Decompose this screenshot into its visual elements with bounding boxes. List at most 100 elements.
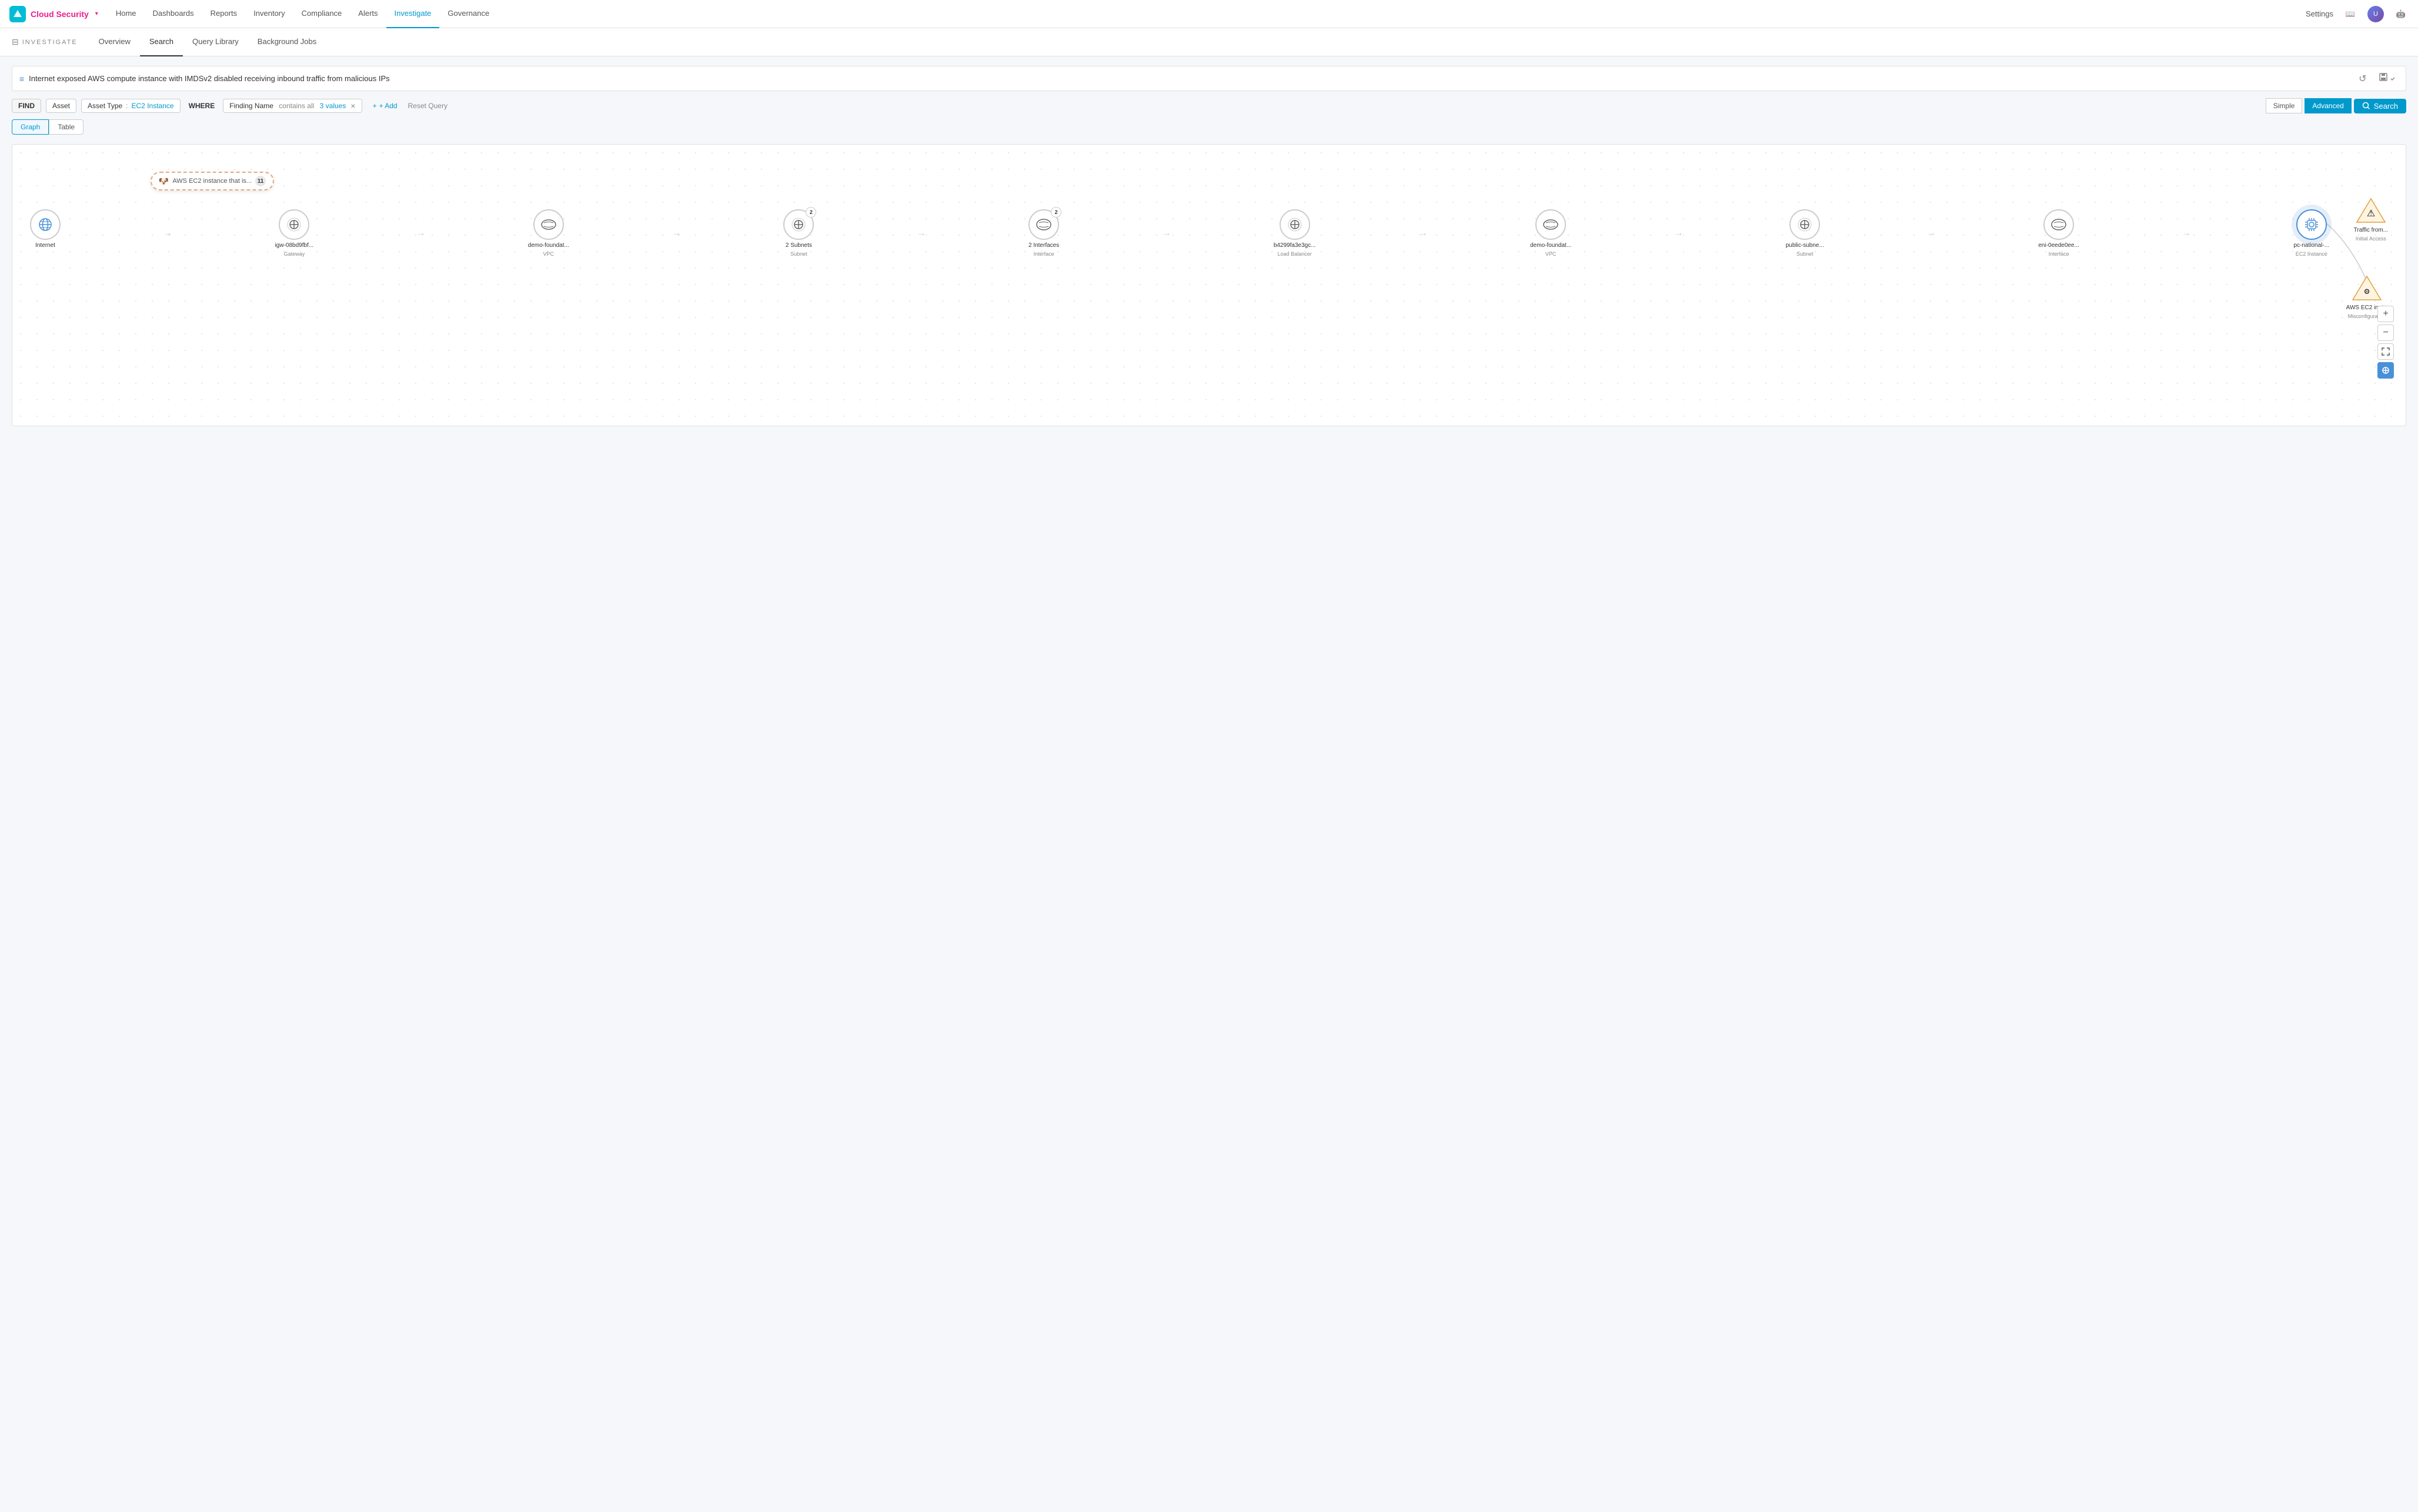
where-label: WHERE — [185, 99, 219, 112]
logo-icon — [9, 6, 26, 22]
undo-button[interactable]: ↺ — [2355, 71, 2370, 86]
nav-right: Settings 📖 U 🤖 — [2306, 6, 2409, 22]
arrow-7: → — [1571, 228, 1786, 239]
tab-search[interactable]: Search — [140, 28, 183, 56]
node-sublabel-interface2: Interface — [2049, 251, 2069, 257]
zoom-controls: + − — [2377, 306, 2394, 379]
simple-view-button[interactable]: Simple — [2266, 98, 2303, 113]
finding-name-chip[interactable]: Finding Name contains all 3 values × — [223, 99, 362, 113]
arrow-1: → — [61, 228, 275, 239]
nav-home[interactable]: Home — [108, 0, 145, 28]
nav-governance[interactable]: Governance — [439, 0, 497, 28]
avatar[interactable]: U — [2367, 6, 2384, 22]
node-sublabel-gateway: Gateway — [284, 251, 305, 257]
assistant-icon[interactable]: 🤖 — [2393, 6, 2409, 22]
node-label-vpc2: demo-foundat... — [1530, 242, 1571, 249]
zoom-out-button[interactable]: − — [2377, 325, 2394, 341]
node-internet[interactable]: Internet — [30, 209, 61, 257]
sub-nav: ⊟ INVESTIGATE Overview Search Query Libr… — [0, 28, 2418, 56]
node-subnet2[interactable]: public-subne... Subnet — [1786, 209, 1824, 257]
nav-reports[interactable]: Reports — [202, 0, 246, 28]
logo-area[interactable]: Cloud Security ▾ — [9, 6, 98, 22]
query-type-icon: ≡ — [19, 74, 24, 83]
node-label-interfaces: 2 Interfaces — [1028, 242, 1059, 249]
arrow-3: → — [569, 228, 784, 239]
triangle-misconfiguration: ⚙ — [2352, 274, 2382, 302]
view-tabs: Graph Table — [12, 119, 2406, 135]
node-vpc2[interactable]: demo-foundat... VPC — [1530, 209, 1571, 257]
nav-alerts[interactable]: Alerts — [350, 0, 386, 28]
node-sublabel-interfaces: Interface — [1034, 251, 1054, 257]
nav-dashboards[interactable]: Dashboards — [145, 0, 202, 28]
advanced-view-button[interactable]: Advanced — [2305, 98, 2351, 113]
node-interface2[interactable]: eni-0eede0ee... Interface — [2038, 209, 2079, 257]
search-button-label: Search — [2374, 102, 2398, 111]
node-label-interface2: eni-0eede0ee... — [2038, 242, 2079, 249]
node-label-traffic: Traffic from... — [2354, 227, 2388, 233]
asset-chip[interactable]: Asset — [46, 99, 76, 113]
node-label-vpc1: demo-foundat... — [528, 242, 569, 249]
graph-tab[interactable]: Graph — [12, 119, 49, 135]
node-sublabel-subnets: Subnet — [790, 251, 807, 257]
node-label-gateway: igw-08bd9fbf... — [275, 242, 314, 249]
triangle-traffic: ⚠ — [2356, 196, 2386, 225]
filter-bar: FIND Asset Asset Type : EC2 Instance WHE… — [12, 98, 2406, 113]
subnets-count-badge: 2 — [806, 207, 816, 218]
nav-compliance[interactable]: Compliance — [293, 0, 350, 28]
tab-overview[interactable]: Overview — [89, 28, 140, 56]
finding-name-value[interactable]: 3 values — [320, 102, 346, 110]
product-name-dropdown-icon[interactable]: ▾ — [95, 11, 98, 17]
arrow-9: → — [2079, 228, 2294, 239]
nav-inventory[interactable]: Inventory — [245, 0, 293, 28]
node-label-internet: Internet — [35, 242, 55, 249]
node-circle-ec2 — [2296, 209, 2327, 240]
asset-type-chip[interactable]: Asset Type : EC2 Instance — [81, 99, 181, 113]
reset-query-button[interactable]: Reset Query — [408, 102, 447, 110]
node-circle-interface2 — [2043, 209, 2074, 240]
zoom-in-button[interactable]: + — [2377, 306, 2394, 322]
node-traffic[interactable]: ⚠ Traffic from... Initial Access — [2354, 196, 2388, 242]
tooltip-icon: 🐶 — [159, 176, 169, 186]
node-ec2[interactable]: pc-national-... EC2 Instance — [2293, 209, 2329, 257]
docs-icon[interactable]: 📖 — [2343, 6, 2358, 22]
sub-nav-title: INVESTIGATE — [22, 39, 78, 46]
sub-nav-logo: ⊟ INVESTIGATE — [12, 37, 78, 47]
node-label-subnets: 2 Subnets — [786, 242, 812, 249]
settings-link[interactable]: Settings — [2306, 9, 2333, 18]
node-sublabel-vpc1: VPC — [543, 251, 555, 257]
save-button[interactable] — [2375, 71, 2399, 86]
node-circle-subnet2 — [1789, 209, 1820, 240]
node-sublabel-subnet2: Subnet — [1796, 251, 1814, 257]
sub-nav-tabs: Overview Search Query Library Background… — [89, 28, 326, 56]
asset-type-value[interactable]: EC2 Instance — [132, 102, 174, 110]
fit-button[interactable] — [2377, 343, 2394, 360]
node-vpc1[interactable]: demo-foundat... VPC — [528, 209, 569, 257]
node-interfaces[interactable]: 2 2 Interfaces Interface — [1028, 209, 1059, 257]
tab-query-library[interactable]: Query Library — [183, 28, 248, 56]
tooltip-count: 11 — [255, 176, 266, 186]
node-circle-internet — [30, 209, 61, 240]
nav-items: Home Dashboards Reports Inventory Compli… — [108, 0, 497, 28]
product-name[interactable]: Cloud Security — [31, 9, 89, 19]
search-button[interactable]: Search — [2354, 99, 2406, 113]
top-nav: Cloud Security ▾ Home Dashboards Reports… — [0, 0, 2418, 28]
query-bar: ≡ Internet exposed AWS compute instance … — [12, 66, 2406, 91]
asset-type-key: Asset Type — [88, 102, 122, 110]
svg-text:⚠: ⚠ — [2367, 209, 2375, 219]
node-lb[interactable]: b4299fa3e3gc... Load Balancer — [1274, 209, 1316, 257]
node-sublabel-vpc2: VPC — [1545, 251, 1557, 257]
arrow-8: → — [1824, 228, 2039, 239]
svg-text:⚙: ⚙ — [2364, 287, 2370, 296]
node-circle-vpc2 — [1535, 209, 1566, 240]
nav-investigate[interactable]: Investigate — [386, 0, 440, 28]
reset-view-button[interactable] — [2377, 362, 2394, 379]
tab-background-jobs[interactable]: Background Jobs — [248, 28, 326, 56]
finding-name-close-button[interactable]: × — [350, 102, 355, 110]
node-subnets[interactable]: 2 2 Subnets Subnet — [783, 209, 814, 257]
add-filter-button[interactable]: + + Add — [367, 99, 403, 112]
node-sublabel-ec2: EC2 Instance — [2296, 251, 2327, 257]
graph-area: 🐶 AWS EC2 instance that is... 11 Interne… — [12, 144, 2406, 426]
node-gateway[interactable]: igw-08bd9fbf... Gateway — [275, 209, 314, 257]
table-tab[interactable]: Table — [49, 119, 84, 135]
node-sublabel-lb: Load Balancer — [1278, 251, 1312, 257]
